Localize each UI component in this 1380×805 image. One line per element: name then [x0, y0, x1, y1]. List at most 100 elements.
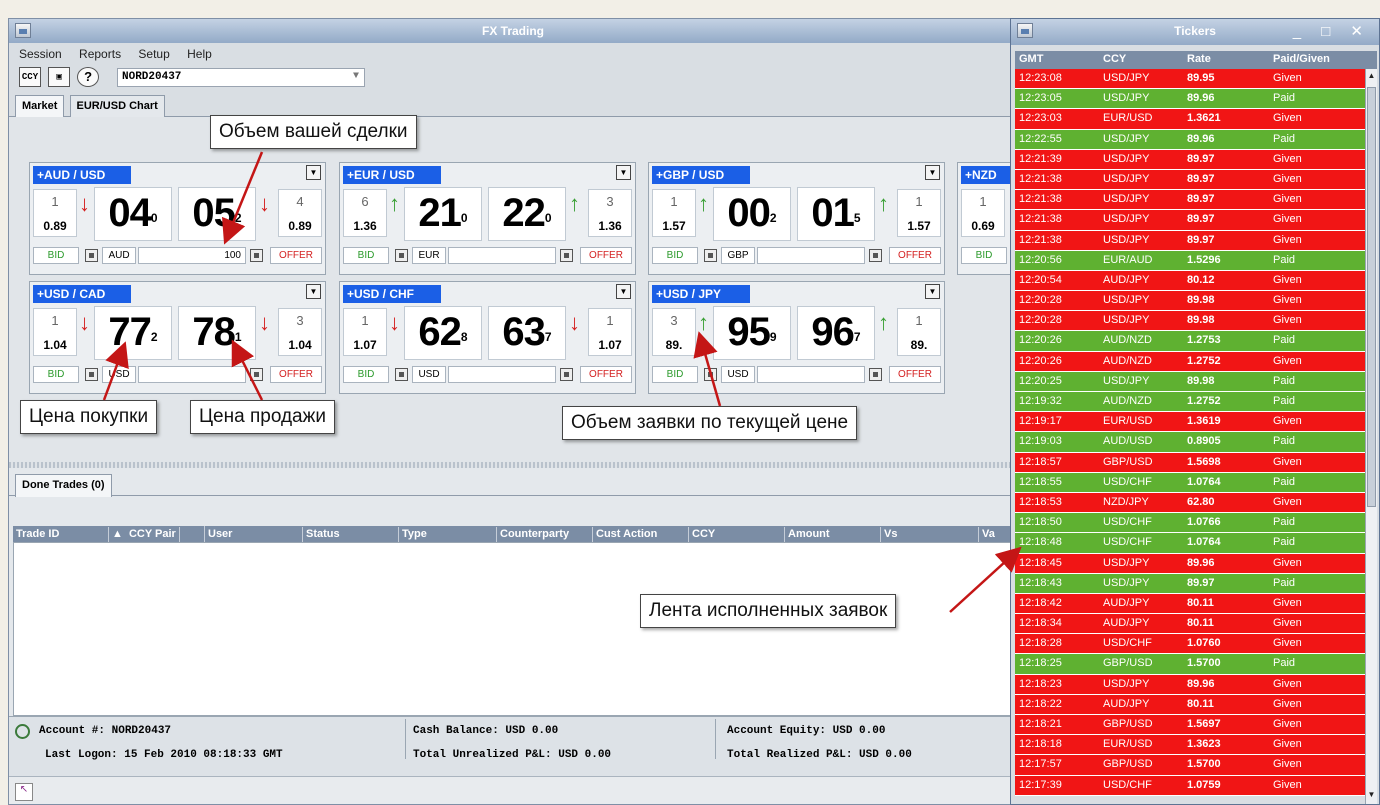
- tab-eurusd-chart[interactable]: EUR/USD Chart: [69, 95, 165, 117]
- options-icon[interactable]: [395, 249, 408, 262]
- ticker-row[interactable]: 12:19:03 AUD/USD 0.8905 Paid: [1015, 432, 1365, 453]
- account-select[interactable]: NORD20437 ▼: [117, 68, 365, 87]
- ticker-row[interactable]: 12:18:50 USD/CHF 1.0766 Paid: [1015, 513, 1365, 534]
- col-amount[interactable]: Amount: [785, 527, 881, 542]
- ask-price[interactable]: 967: [797, 306, 875, 360]
- trades-grid-body[interactable]: [13, 542, 1017, 716]
- offer-button[interactable]: OFFER: [270, 366, 322, 383]
- ticker-row[interactable]: 12:18:55 USD/CHF 1.0764 Paid: [1015, 472, 1365, 493]
- ticker-row[interactable]: 12:17:57 GBP/USD 1.5700 Given: [1015, 755, 1365, 776]
- options-icon[interactable]: [560, 249, 573, 262]
- chevron-down-icon[interactable]: ▼: [306, 165, 321, 180]
- options-icon[interactable]: [704, 368, 717, 381]
- col-ccy-pair[interactable]: ▲ CCY Pair: [109, 526, 205, 542]
- bid-button[interactable]: BID: [343, 366, 389, 383]
- windows-icon[interactable]: ▣: [48, 67, 71, 87]
- ticker-row[interactable]: 12:20:26 AUD/NZD 1.2753 Paid: [1015, 331, 1365, 352]
- ticker-row[interactable]: 12:20:28 USD/JPY 89.98 Given: [1015, 311, 1365, 332]
- bid-price[interactable]: 002: [713, 187, 791, 241]
- bid-price[interactable]: 959: [713, 306, 791, 360]
- bid-button[interactable]: BID: [343, 247, 389, 264]
- options-icon[interactable]: [250, 368, 263, 381]
- options-icon[interactable]: [85, 249, 98, 262]
- scroll-thumb[interactable]: [1367, 87, 1376, 507]
- scroll-up-icon[interactable]: ▲: [1367, 71, 1376, 85]
- chevron-down-icon[interactable]: ▼: [616, 284, 631, 299]
- bid-button[interactable]: BID: [652, 247, 698, 264]
- ask-price[interactable]: 637: [488, 306, 566, 360]
- rate-card[interactable]: +AUD / USD ▼ 1 0.89 ↓ 040 052 ↓ 4 0.89 B…: [29, 162, 326, 275]
- ticker-row[interactable]: 12:21:39 USD/JPY 89.97 Given: [1015, 149, 1365, 170]
- col-status[interactable]: Status: [303, 527, 399, 542]
- ticker-row[interactable]: 12:18:43 USD/JPY 89.97 Paid: [1015, 573, 1365, 594]
- options-icon[interactable]: [869, 368, 882, 381]
- amount-input[interactable]: [448, 366, 556, 383]
- ticker-row[interactable]: 12:19:32 AUD/NZD 1.2752 Paid: [1015, 392, 1365, 413]
- tickers-scrollbar[interactable]: ▲ ▼: [1365, 69, 1377, 804]
- col-rate[interactable]: Rate: [1187, 53, 1211, 65]
- help-icon[interactable]: ?: [77, 67, 100, 87]
- ticker-row[interactable]: 12:19:17 EUR/USD 1.3619 Given: [1015, 412, 1365, 433]
- ticker-row[interactable]: 12:18:42 AUD/JPY 80.11 Given: [1015, 593, 1365, 615]
- menu-session[interactable]: Session: [19, 47, 62, 61]
- scroll-down-icon[interactable]: ▼: [1367, 790, 1376, 804]
- bid-price[interactable]: 040: [94, 187, 172, 241]
- amount-input[interactable]: [757, 247, 865, 264]
- bid-button[interactable]: BID: [33, 366, 79, 383]
- chevron-down-icon[interactable]: ▼: [306, 284, 321, 299]
- chevron-down-icon[interactable]: ▼: [925, 165, 940, 180]
- ask-price[interactable]: 220: [488, 187, 566, 241]
- ticker-row[interactable]: 12:18:28 USD/CHF 1.0760 Given: [1015, 634, 1365, 655]
- options-icon[interactable]: [560, 368, 573, 381]
- rate-card[interactable]: +USD / CAD ▼ 1 1.04 ↓ 772 781 ↓ 3 1.04 B…: [29, 281, 326, 394]
- rate-card[interactable]: +USD / JPY ▼ 3 89. ↑ 959 967 ↑ 1 89. BID: [648, 281, 945, 394]
- bid-price[interactable]: 772: [94, 306, 172, 360]
- window-controls[interactable]: _ □ ✕: [1293, 22, 1371, 40]
- options-icon[interactable]: [395, 368, 408, 381]
- ticker-row[interactable]: 12:18:23 USD/JPY 89.96 Given: [1015, 674, 1365, 695]
- offer-button[interactable]: OFFER: [580, 247, 632, 264]
- rate-card-nzd[interactable]: +NZD 1 0.69 BID: [957, 162, 1017, 275]
- menu-help[interactable]: Help: [187, 47, 212, 61]
- ticker-row[interactable]: 12:20:56 EUR/AUD 1.5296 Paid: [1015, 250, 1365, 271]
- amount-input[interactable]: [448, 247, 556, 264]
- tab-market[interactable]: Market: [15, 95, 65, 118]
- chevron-down-icon[interactable]: ▼: [925, 284, 940, 299]
- ticker-row[interactable]: 12:20:26 AUD/NZD 1.2752 Given: [1015, 351, 1365, 372]
- pointer-icon[interactable]: ↖: [15, 783, 33, 801]
- ticker-row[interactable]: 12:23:08 USD/JPY 89.95 Given: [1015, 69, 1365, 90]
- ccy-select[interactable]: USD: [412, 366, 446, 383]
- col-trade-id[interactable]: Trade ID: [13, 527, 109, 542]
- rate-card[interactable]: +GBP / USD ▼ 1 1.57 ↑ 002 015 ↑ 1 1.57 B…: [648, 162, 945, 275]
- chevron-down-icon[interactable]: ▼: [616, 165, 631, 180]
- ticker-row[interactable]: 12:21:38 USD/JPY 89.97 Given: [1015, 190, 1365, 211]
- bid-price[interactable]: 628: [404, 306, 482, 360]
- offer-button[interactable]: OFFER: [580, 366, 632, 383]
- tab-done-trades[interactable]: Done Trades (0): [15, 474, 112, 497]
- offer-button[interactable]: OFFER: [889, 366, 941, 383]
- ask-price[interactable]: 781: [178, 306, 256, 360]
- menu-reports[interactable]: Reports: [79, 47, 121, 61]
- ccy-select[interactable]: USD: [721, 366, 755, 383]
- ticker-row[interactable]: 12:21:38 USD/JPY 89.97 Given: [1015, 210, 1365, 231]
- col-ccy[interactable]: CCY: [689, 527, 785, 542]
- rate-card[interactable]: +USD / CHF ▼ 1 1.07 ↓ 628 637 ↓ 1 1.07 B…: [339, 281, 636, 394]
- ccy-select[interactable]: GBP: [721, 247, 755, 264]
- amount-input[interactable]: [138, 366, 246, 383]
- ccy-icon[interactable]: CCY: [19, 67, 41, 87]
- bid-button[interactable]: BID: [961, 247, 1007, 264]
- ticker-row[interactable]: 12:18:18 EUR/USD 1.3623 Given: [1015, 735, 1365, 756]
- bid-button[interactable]: BID: [652, 366, 698, 383]
- ticker-row[interactable]: 12:22:55 USD/JPY 89.96 Paid: [1015, 129, 1365, 150]
- ticker-row[interactable]: 12:18:34 AUD/JPY 80.11 Given: [1015, 614, 1365, 635]
- options-icon[interactable]: [869, 249, 882, 262]
- refresh-icon[interactable]: [15, 724, 30, 739]
- ccy-select[interactable]: EUR: [412, 247, 446, 264]
- offer-button[interactable]: OFFER: [270, 247, 322, 264]
- col-paid-given[interactable]: Paid/Given: [1273, 53, 1330, 65]
- col-user[interactable]: User: [205, 527, 303, 542]
- col-type[interactable]: Type: [399, 527, 497, 542]
- ticker-row[interactable]: 12:21:38 USD/JPY 89.97 Given: [1015, 230, 1365, 251]
- options-icon[interactable]: [85, 368, 98, 381]
- col-counterparty[interactable]: Counterparty: [497, 527, 593, 542]
